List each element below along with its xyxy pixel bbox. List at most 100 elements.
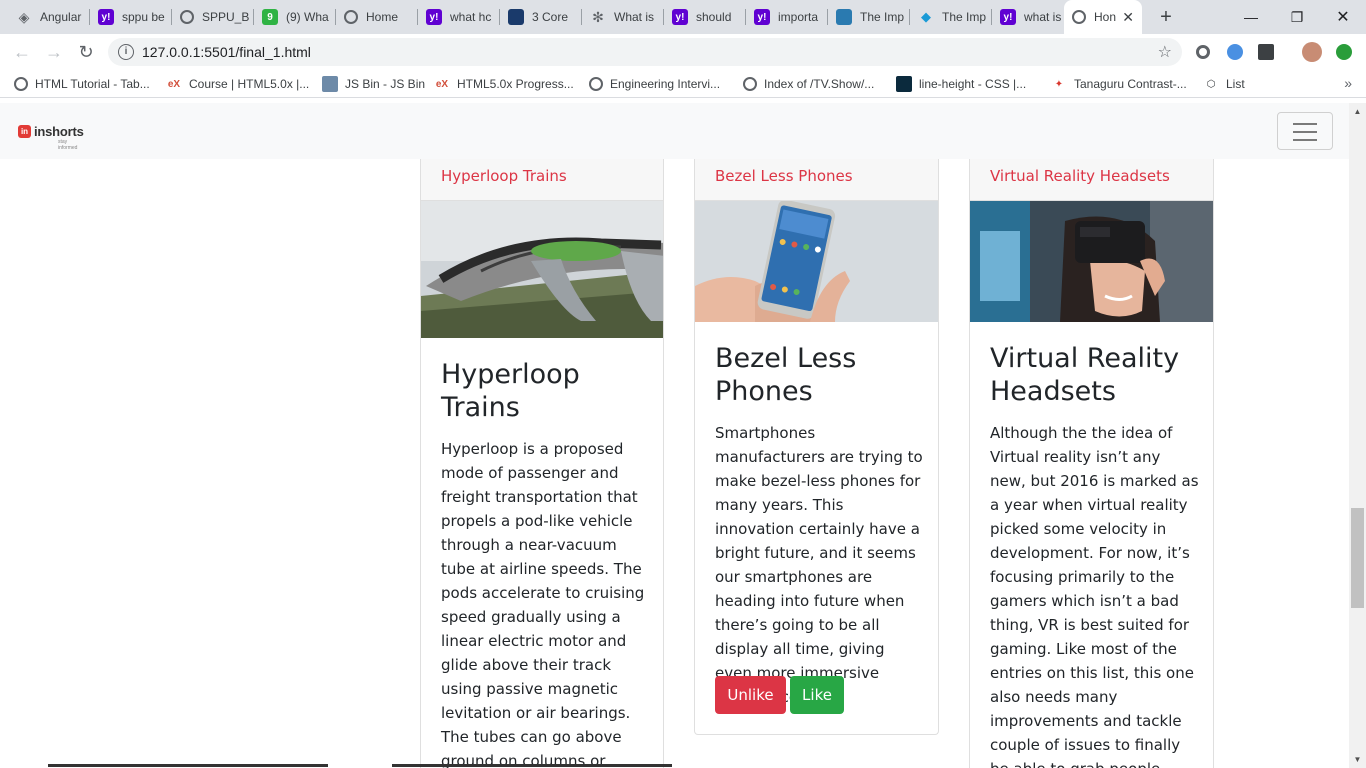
globe-icon — [344, 10, 358, 24]
bookmark-label: Tanaguru Contrast-... — [1074, 77, 1187, 91]
tab-title: Home — [366, 10, 399, 24]
chevron-double-right-icon[interactable]: » — [1344, 75, 1352, 91]
bookmark-label: HTML5.0x Progress... — [457, 77, 574, 91]
browser-tab[interactable]: y! what hc — [418, 0, 500, 34]
card-title: Hyperloop Trains — [441, 359, 580, 423]
quora-icon: 9 — [262, 9, 278, 25]
brand-logo[interactable]: in inshorts stay informed — [18, 124, 84, 151]
like-button[interactable]: Like — [790, 676, 844, 714]
info-icon[interactable]: i — [118, 44, 134, 60]
bottom-border — [48, 764, 328, 767]
reload-button[interactable]: ↻ — [72, 38, 100, 66]
window-close-button[interactable]: ✕ — [1320, 0, 1366, 34]
browser-tab[interactable]: y! importa — [746, 0, 828, 34]
selenium-extension-icon[interactable] — [1258, 44, 1274, 60]
card-header: Virtual Reality Headsets — [970, 159, 1213, 201]
card-hyperloop: Hyperloop Trains Hyperloop Trains Hyperl… — [420, 159, 664, 768]
hamburger-icon — [1293, 123, 1317, 125]
browser-tab[interactable]: The Imp — [828, 0, 910, 34]
browser-tab[interactable]: Hon ✕ — [1064, 0, 1142, 34]
tab-close-icon[interactable]: ✕ — [1122, 9, 1134, 26]
brand-name: inshorts — [34, 124, 84, 139]
bookmark-item[interactable]: ✦ Tanaguru Contrast-... — [1051, 76, 1187, 92]
bookmark-label: Course | HTML5.0x |... — [189, 77, 310, 91]
page-scrollbar[interactable]: ▲ ▼ — [1349, 103, 1366, 768]
card-bezel-less: Bezel Less Phones Bezel Less Phones Smar… — [694, 159, 939, 735]
bookmark-item[interactable]: JS Bin - JS Bin — [322, 76, 425, 92]
browser-tab[interactable]: SPPU_B — [172, 0, 254, 34]
bookmarks-bar: HTML Tutorial - Tab... eX Course | HTML5.0… — [0, 70, 1366, 98]
yahoo-icon: y! — [98, 9, 114, 25]
tab-title: sppu be — [122, 10, 165, 24]
avatar[interactable] — [1302, 42, 1322, 62]
tab-title: 3 Core — [532, 10, 569, 24]
tab-title: should — [696, 10, 732, 24]
hamburger-line — [1293, 131, 1317, 133]
browser-tab[interactable]: y! what is — [992, 0, 1064, 34]
bookmark-item[interactable]: line-height - CSS |... — [896, 76, 1026, 92]
tab-title: importa — [778, 10, 819, 24]
bookmark-item[interactable]: ⬡ List — [1203, 76, 1245, 92]
site-navbar: in inshorts stay informed — [0, 103, 1349, 159]
scroll-up-icon[interactable]: ▲ — [1349, 103, 1366, 120]
card-title: Bezel Less Phones — [715, 343, 857, 407]
card-image-hyperloop — [421, 201, 663, 338]
url-text[interactable]: 127.0.0.1:5501/final_1.html — [142, 44, 311, 60]
maximize-button[interactable]: ❐ — [1274, 0, 1320, 34]
extension-icon[interactable] — [1227, 44, 1243, 60]
navbar-toggler-button[interactable] — [1277, 112, 1333, 150]
browser-tab[interactable]: ◈ Angular — [8, 0, 90, 34]
scrollbar-thumb[interactable] — [1351, 508, 1364, 608]
site-icon — [836, 9, 852, 25]
bookmark-item[interactable]: Index of /TV.Show/... — [743, 76, 874, 92]
card-text: Smartphones manufacturers are trying to … — [715, 424, 923, 706]
tanaguru-icon: ✦ — [1054, 78, 1064, 90]
bottom-border — [392, 764, 672, 767]
record-extension-icon[interactable] — [1196, 45, 1210, 59]
unlike-button[interactable]: Unlike — [715, 676, 786, 714]
tab-title: what is — [1024, 10, 1062, 24]
address-bar[interactable]: i 127.0.0.1:5501/final_1.html ☆ — [108, 38, 1182, 66]
arrow-right-icon: → — [45, 41, 63, 62]
tab-title: The Imp — [860, 10, 905, 24]
brain-icon: ✻ — [592, 8, 604, 25]
minimize-button[interactable]: — — [1228, 0, 1274, 34]
browser-tab[interactable]: ✻ What is — [582, 0, 664, 34]
browser-tab[interactable]: Home — [336, 0, 418, 34]
browser-tab[interactable]: ◆ The Imp — [910, 0, 992, 34]
browser-tab[interactable]: y! should — [664, 0, 746, 34]
brand-tagline: stay informed — [58, 139, 78, 151]
tab-strip: ◈ Angular y! sppu be SPPU_B 9 (9) Wha Home y! wha… — [0, 0, 1366, 34]
card-header: Hyperloop Trains — [421, 159, 663, 201]
diamond-icon: ◆ — [921, 9, 931, 24]
scroll-down-icon[interactable]: ▼ — [1349, 751, 1366, 768]
bookmark-star-icon[interactable]: ☆ — [1158, 42, 1172, 62]
card-header: Bezel Less Phones — [695, 159, 938, 201]
browser-tab[interactable]: 9 (9) Wha — [254, 0, 336, 34]
yahoo-icon: y! — [672, 9, 688, 25]
globe-icon — [743, 77, 757, 91]
update-icon[interactable] — [1336, 44, 1352, 60]
arrow-left-icon: ← — [13, 41, 31, 62]
page-viewport: Hyperloop Trains Hyperloop Trains Hyperl… — [0, 103, 1366, 768]
minimize-icon: — — [1244, 9, 1258, 25]
codepen-icon: ⬡ — [1206, 78, 1216, 90]
globe-icon — [1072, 10, 1086, 24]
back-button[interactable]: ← — [8, 38, 36, 66]
bookmark-item[interactable]: eX Course | HTML5.0x |... — [166, 76, 309, 92]
bookmark-label: JS Bin - JS Bin — [345, 77, 426, 91]
new-tab-button[interactable]: + — [1154, 5, 1178, 29]
bookmark-item[interactable]: eX HTML5.0x Progress... — [434, 76, 574, 92]
bookmark-label: line-height - CSS |... — [919, 77, 1027, 91]
browser-toolbar: ← → ↻ i 127.0.0.1:5501/final_1.html ☆ — [0, 34, 1366, 70]
edx-icon: eX — [435, 78, 449, 90]
bookmark-label: Index of /TV.Show/... — [764, 77, 875, 91]
browser-tab[interactable]: 3 Core — [500, 0, 582, 34]
forward-button[interactable]: → — [40, 38, 68, 66]
bookmark-item[interactable]: Engineering Intervi... — [589, 76, 720, 92]
tab-title: Angular — [40, 10, 82, 24]
bookmark-item[interactable]: HTML Tutorial - Tab... — [14, 76, 150, 92]
card-title: Virtual Reality Headsets — [990, 343, 1180, 407]
card-image-vr — [970, 201, 1213, 322]
browser-tab[interactable]: y! sppu be — [90, 0, 172, 34]
